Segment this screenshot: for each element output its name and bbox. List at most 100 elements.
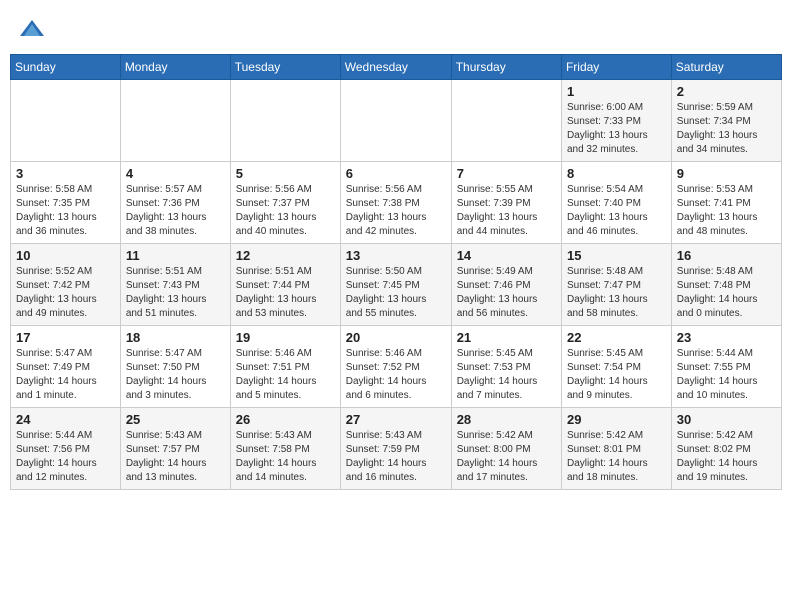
day-info: Sunrise: 5:57 AM Sunset: 7:36 PM Dayligh… [126, 183, 225, 239]
weekday-header-friday: Friday [561, 55, 671, 80]
day-info: Sunrise: 5:59 AM Sunset: 7:34 PM Dayligh… [677, 101, 776, 157]
day-info: Sunrise: 5:56 AM Sunset: 7:37 PM Dayligh… [236, 183, 335, 239]
week-row-5: 24 Sunrise: 5:44 AM Sunset: 7:56 PM Dayli… [11, 408, 782, 490]
day-number: 10 [16, 248, 115, 263]
day-cell: 6 Sunrise: 5:56 AM Sunset: 7:38 PM Daylig… [340, 162, 451, 244]
day-info: Sunrise: 5:54 AM Sunset: 7:40 PM Dayligh… [567, 183, 666, 239]
day-number: 20 [346, 330, 446, 345]
day-number: 5 [236, 166, 335, 181]
day-cell: 2 Sunrise: 5:59 AM Sunset: 7:34 PM Daylig… [671, 80, 781, 162]
day-cell: 13 Sunrise: 5:50 AM Sunset: 7:45 PM Dayli… [340, 244, 451, 326]
weekday-header-row: SundayMondayTuesdayWednesdayThursdayFrid… [11, 55, 782, 80]
day-info: Sunrise: 5:56 AM Sunset: 7:38 PM Dayligh… [346, 183, 446, 239]
day-info: Sunrise: 5:50 AM Sunset: 7:45 PM Dayligh… [346, 265, 446, 321]
logo [18, 16, 50, 44]
day-number: 2 [677, 84, 776, 99]
day-cell: 4 Sunrise: 5:57 AM Sunset: 7:36 PM Daylig… [120, 162, 230, 244]
day-cell: 21 Sunrise: 5:45 AM Sunset: 7:53 PM Dayli… [451, 326, 561, 408]
day-number: 8 [567, 166, 666, 181]
day-info: Sunrise: 5:44 AM Sunset: 7:56 PM Dayligh… [16, 429, 115, 485]
day-info: Sunrise: 5:51 AM Sunset: 7:43 PM Dayligh… [126, 265, 225, 321]
day-info: Sunrise: 5:51 AM Sunset: 7:44 PM Dayligh… [236, 265, 335, 321]
day-cell: 14Sunrise: 5:49 AM Sunset: 7:46 PM Dayli… [451, 244, 561, 326]
day-info: Sunrise: 5:42 AM Sunset: 8:00 PM Dayligh… [457, 429, 556, 485]
day-info: Sunrise: 5:53 AM Sunset: 7:41 PM Dayligh… [677, 183, 776, 239]
day-cell: 17Sunrise: 5:47 AM Sunset: 7:49 PM Dayli… [11, 326, 121, 408]
week-row-2: 3Sunrise: 5:58 AM Sunset: 7:35 PM Daylig… [11, 162, 782, 244]
day-number: 26 [236, 412, 335, 427]
weekday-header-saturday: Saturday [671, 55, 781, 80]
day-number: 27 [346, 412, 446, 427]
day-cell [11, 80, 121, 162]
day-number: 23 [677, 330, 776, 345]
calendar-table: SundayMondayTuesdayWednesdayThursdayFrid… [10, 54, 782, 490]
day-info: Sunrise: 5:45 AM Sunset: 7:53 PM Dayligh… [457, 347, 556, 403]
day-info: Sunrise: 5:44 AM Sunset: 7:55 PM Dayligh… [677, 347, 776, 403]
day-cell: 25Sunrise: 5:43 AM Sunset: 7:57 PM Dayli… [120, 408, 230, 490]
day-info: Sunrise: 5:43 AM Sunset: 7:58 PM Dayligh… [236, 429, 335, 485]
week-row-3: 10 Sunrise: 5:52 AM Sunset: 7:42 PM Dayli… [11, 244, 782, 326]
weekday-header-wednesday: Wednesday [340, 55, 451, 80]
day-info: Sunrise: 5:58 AM Sunset: 7:35 PM Dayligh… [16, 183, 115, 239]
day-info: Sunrise: 5:46 AM Sunset: 7:51 PM Dayligh… [236, 347, 335, 403]
day-number: 19 [236, 330, 335, 345]
weekday-header-tuesday: Tuesday [230, 55, 340, 80]
day-info: Sunrise: 5:52 AM Sunset: 7:42 PM Dayligh… [16, 265, 115, 321]
day-number: 1 [567, 84, 666, 99]
day-number: 18 [126, 330, 225, 345]
day-number: 9 [677, 166, 776, 181]
day-info: Sunrise: 5:43 AM Sunset: 7:59 PM Dayligh… [346, 429, 446, 485]
week-row-1: 1 Sunrise: 6:00 AM Sunset: 7:33 PM Daylig… [11, 80, 782, 162]
day-cell: 5 Sunrise: 5:56 AM Sunset: 7:37 PM Daylig… [230, 162, 340, 244]
day-cell: 18 Sunrise: 5:47 AM Sunset: 7:50 PM Dayli… [120, 326, 230, 408]
day-number: 13 [346, 248, 446, 263]
day-number: 22 [567, 330, 666, 345]
day-number: 24 [16, 412, 115, 427]
day-cell: 20 Sunrise: 5:46 AM Sunset: 7:52 PM Dayli… [340, 326, 451, 408]
day-info: Sunrise: 5:49 AM Sunset: 7:46 PM Dayligh… [457, 265, 556, 321]
day-cell: 30 Sunrise: 5:42 AM Sunset: 8:02 PM Dayli… [671, 408, 781, 490]
day-number: 4 [126, 166, 225, 181]
page-header [10, 10, 782, 50]
day-cell: 28 Sunrise: 5:42 AM Sunset: 8:00 PM Dayli… [451, 408, 561, 490]
day-info: Sunrise: 6:00 AM Sunset: 7:33 PM Dayligh… [567, 101, 666, 157]
day-cell: 19 Sunrise: 5:46 AM Sunset: 7:51 PM Dayli… [230, 326, 340, 408]
weekday-header-sunday: Sunday [11, 55, 121, 80]
day-cell: 15 Sunrise: 5:48 AM Sunset: 7:47 PM Dayli… [561, 244, 671, 326]
day-info: Sunrise: 5:42 AM Sunset: 8:01 PM Dayligh… [567, 429, 666, 485]
day-cell [451, 80, 561, 162]
day-number: 7 [457, 166, 556, 181]
day-info: Sunrise: 5:46 AM Sunset: 7:52 PM Dayligh… [346, 347, 446, 403]
day-cell: 9 Sunrise: 5:53 AM Sunset: 7:41 PM Daylig… [671, 162, 781, 244]
day-info: Sunrise: 5:47 AM Sunset: 7:50 PM Dayligh… [126, 347, 225, 403]
logo-icon [18, 16, 46, 44]
day-info: Sunrise: 5:55 AM Sunset: 7:39 PM Dayligh… [457, 183, 556, 239]
day-number: 21 [457, 330, 556, 345]
day-cell [230, 80, 340, 162]
day-cell: 7 Sunrise: 5:55 AM Sunset: 7:39 PM Daylig… [451, 162, 561, 244]
day-number: 15 [567, 248, 666, 263]
day-cell: 10 Sunrise: 5:52 AM Sunset: 7:42 PM Dayli… [11, 244, 121, 326]
day-cell: 11 Sunrise: 5:51 AM Sunset: 7:43 PM Dayli… [120, 244, 230, 326]
day-cell [120, 80, 230, 162]
day-cell: 29Sunrise: 5:42 AM Sunset: 8:01 PM Dayli… [561, 408, 671, 490]
day-number: 6 [346, 166, 446, 181]
day-info: Sunrise: 5:47 AM Sunset: 7:49 PM Dayligh… [16, 347, 115, 403]
day-cell: 16Sunrise: 5:48 AM Sunset: 7:48 PM Dayli… [671, 244, 781, 326]
day-info: Sunrise: 5:45 AM Sunset: 7:54 PM Dayligh… [567, 347, 666, 403]
day-info: Sunrise: 5:48 AM Sunset: 7:47 PM Dayligh… [567, 265, 666, 321]
weekday-header-monday: Monday [120, 55, 230, 80]
day-cell: 1 Sunrise: 6:00 AM Sunset: 7:33 PM Daylig… [561, 80, 671, 162]
day-number: 11 [126, 248, 225, 263]
day-info: Sunrise: 5:48 AM Sunset: 7:48 PM Dayligh… [677, 265, 776, 321]
day-number: 28 [457, 412, 556, 427]
day-cell: 23 Sunrise: 5:44 AM Sunset: 7:55 PM Dayli… [671, 326, 781, 408]
day-info: Sunrise: 5:42 AM Sunset: 8:02 PM Dayligh… [677, 429, 776, 485]
day-number: 30 [677, 412, 776, 427]
weekday-header-thursday: Thursday [451, 55, 561, 80]
day-cell: 26 Sunrise: 5:43 AM Sunset: 7:58 PM Dayli… [230, 408, 340, 490]
day-number: 12 [236, 248, 335, 263]
day-cell: 22 Sunrise: 5:45 AM Sunset: 7:54 PM Dayli… [561, 326, 671, 408]
day-cell: 8 Sunrise: 5:54 AM Sunset: 7:40 PM Daylig… [561, 162, 671, 244]
day-cell [340, 80, 451, 162]
